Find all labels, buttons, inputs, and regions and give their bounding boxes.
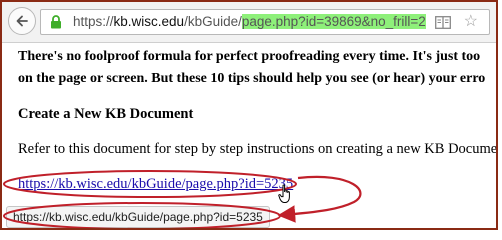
intro-paragraph: There's no foolproof formula for perfect… xyxy=(18,46,496,90)
reader-view-icon[interactable] xyxy=(435,16,451,29)
hand-cursor-icon xyxy=(278,184,290,203)
url-path: /kbGuide/ xyxy=(184,14,242,29)
browser-toolbar: https://kb.wisc.edu/kbGuide/page.php?id=… xyxy=(2,2,496,43)
lock-icon xyxy=(51,15,61,29)
address-bar[interactable]: https://kb.wisc.edu/kbGuide/page.php?id=… xyxy=(40,9,490,35)
kb-document-link[interactable]: https://kb.wisc.edu/kbGuide/page.php?id=… xyxy=(18,176,293,193)
status-bar-url: https://kb.wisc.edu/kbGuide/page.php?id=… xyxy=(6,206,270,228)
intro-line: on the page or screen. But these 10 tips… xyxy=(18,71,486,86)
url-host: kb.wisc.edu xyxy=(113,14,185,29)
url-prefix: https:// xyxy=(73,14,114,29)
section-description: Refer to this document for step by step … xyxy=(18,141,498,157)
back-button[interactable] xyxy=(8,7,36,35)
url-highlighted-part: page.php?id=39869&no_frill=2 xyxy=(241,14,426,29)
browser-window: https://kb.wisc.edu/kbGuide/page.php?id=… xyxy=(0,0,498,230)
intro-line: There's no foolproof formula for perfect… xyxy=(18,49,481,64)
back-arrow-icon xyxy=(16,15,28,27)
url-text: https://kb.wisc.edu/kbGuide/page.php?id=… xyxy=(73,14,426,29)
section-heading: Create a New KB Document xyxy=(18,106,194,122)
bookmark-star-icon[interactable]: ☆ xyxy=(464,12,478,32)
